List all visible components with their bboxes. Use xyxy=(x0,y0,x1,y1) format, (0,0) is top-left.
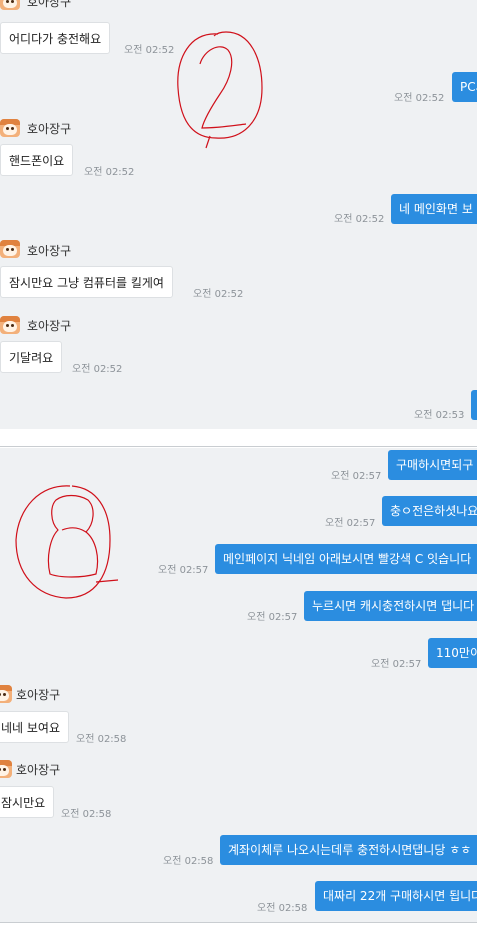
sender-name: 호아장구 xyxy=(16,763,61,777)
contact-avatar[interactable] xyxy=(0,119,20,137)
sender-name: 호아장구 xyxy=(27,122,72,136)
message-bubble-outgoing[interactable]: 누르시면 캐시충전하시면 댑니다 xyxy=(304,591,477,621)
message-time: 오전 02:58 xyxy=(61,809,112,820)
message-time: 오전 02:57 xyxy=(158,565,209,576)
message-bubble-outgoing[interactable]: 충ㅇ전은하셧나요 xyxy=(382,496,477,526)
contact-avatar[interactable] xyxy=(0,240,20,258)
message-time: 오전 02:58 xyxy=(76,734,127,745)
message-bubble-incoming[interactable]: 어디다가 충전해요 xyxy=(0,22,111,54)
sender-name: 호아장구 xyxy=(27,244,72,258)
contact-avatar[interactable] xyxy=(0,0,20,10)
message-time: 오전 02:57 xyxy=(325,518,376,529)
message-bubble-incoming[interactable]: 잠시만요 xyxy=(0,786,55,818)
message-bubble-outgoing[interactable]: 네 메인화면 보 xyxy=(391,194,477,224)
handwritten-annotation-8 xyxy=(15,485,119,599)
sender-name: 호아장구 xyxy=(16,688,61,702)
message-time: 오전 02:52 xyxy=(193,289,244,300)
message-bubble-outgoing[interactable]: 110만이요 xyxy=(428,638,477,668)
message-bubble-outgoing[interactable]: 대짜리 22개 구매하시면 됩니다 xyxy=(315,881,477,911)
sender-name: 호아장구 xyxy=(27,0,72,9)
message-time: 오전 02:57 xyxy=(331,471,382,482)
contact-avatar[interactable] xyxy=(0,685,12,703)
handwritten-annotation-2 xyxy=(177,31,263,149)
message-bubble-outgoing[interactable] xyxy=(471,390,477,420)
sender-name: 호아장구 xyxy=(27,319,72,333)
message-time: 오전 02:53 xyxy=(414,410,465,421)
message-bubble-outgoing[interactable]: PC사 xyxy=(452,72,477,102)
message-bubble-incoming[interactable]: 핸드폰이요 xyxy=(0,144,74,176)
message-bubble-incoming[interactable]: 잠시만요 그냥 컴퓨터를 킬게여 xyxy=(0,266,173,298)
screenshot-divider xyxy=(0,922,477,923)
message-time: 오전 02:58 xyxy=(163,856,214,867)
chat-panel-top: 호아장구 어디다가 충전해요 오전 02:52 PC사 오전 02:52 호아장… xyxy=(0,0,477,429)
message-time: 오전 02:52 xyxy=(394,93,445,104)
chat-panel-bottom: 구매하시면되구 오전 02:57 충ㅇ전은하셧나요 오전 02:57 메인페이지… xyxy=(0,448,477,922)
contact-avatar[interactable] xyxy=(0,760,12,778)
message-bubble-outgoing[interactable]: 메인페이지 닉네임 아래보시면 빨강색 C 잇습니다 xyxy=(215,544,477,574)
message-bubble-incoming[interactable]: 네네 보여요 xyxy=(0,711,70,743)
screenshot-divider xyxy=(0,446,477,447)
contact-avatar[interactable] xyxy=(0,316,20,334)
message-bubble-outgoing[interactable]: 계좌이체루 나오시는데루 충전하시면댑니당 ㅎㅎ xyxy=(220,835,477,865)
message-time: 오전 02:52 xyxy=(72,364,123,375)
message-time: 오전 02:57 xyxy=(371,659,422,670)
message-bubble-outgoing[interactable]: 구매하시면되구 xyxy=(388,450,477,480)
message-time: 오전 02:52 xyxy=(124,45,175,56)
message-bubble-incoming[interactable]: 기달려요 xyxy=(0,341,63,373)
message-time: 오전 02:58 xyxy=(257,903,308,914)
message-time: 오전 02:57 xyxy=(247,612,298,623)
message-time: 오전 02:52 xyxy=(84,167,135,178)
message-time: 오전 02:52 xyxy=(334,214,385,225)
